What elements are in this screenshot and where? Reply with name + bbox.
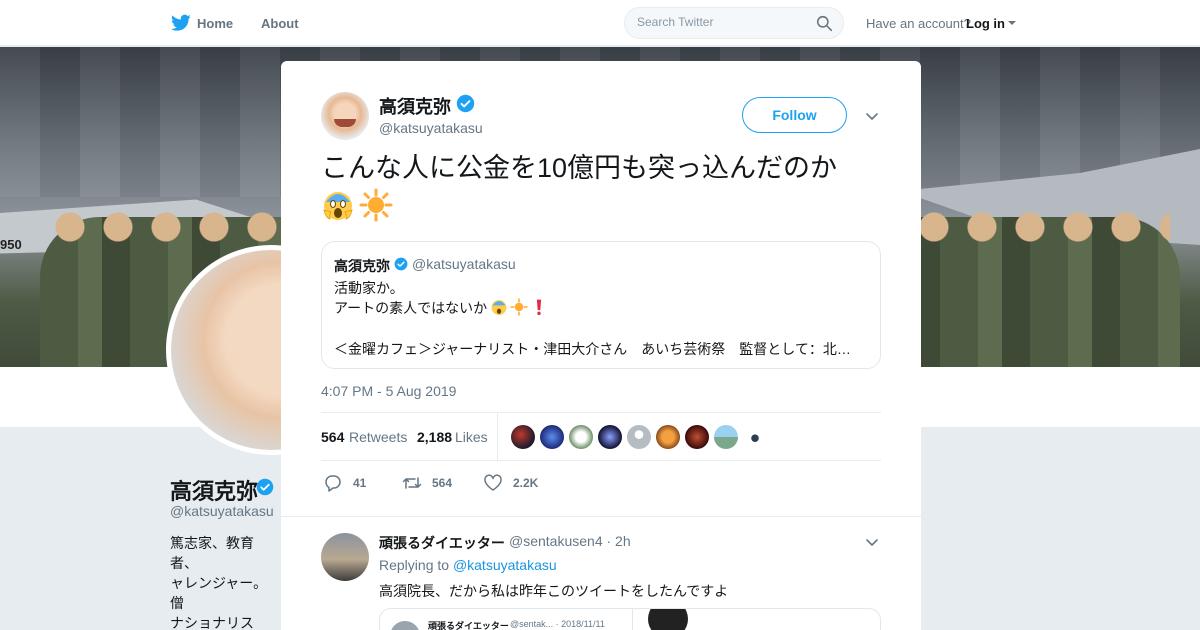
replying-to-link[interactable]: @katsuyatakasu (453, 557, 557, 573)
like-action-count: 2.2K (513, 476, 539, 490)
tweet-timestamp[interactable]: 4:07 PM - 5 Aug 2019 (321, 383, 456, 399)
verified-badge-icon (394, 257, 408, 271)
search-input[interactable] (637, 15, 807, 29)
divider (281, 516, 921, 524)
reply-icon (325, 475, 341, 492)
quoted-author-handle: @katsuyatakasu (412, 256, 516, 272)
reply-button[interactable]: 41 (323, 473, 366, 493)
nav-about-link[interactable]: About (261, 16, 299, 31)
tweet-emojis (321, 188, 393, 222)
profile-name: 高須克弥 (170, 479, 259, 504)
avatar (390, 621, 420, 630)
reply-author-name[interactable]: 頑張るダイエッター (379, 533, 505, 553)
author-handle[interactable]: @katsuyatakasu (379, 120, 483, 136)
liker-avatar[interactable] (598, 425, 622, 449)
nav-home-link[interactable]: Home (197, 16, 233, 31)
like-button[interactable]: 2.2K (483, 473, 538, 493)
profile-handle: @katsuyatakasu (170, 503, 274, 519)
chevron-down-icon[interactable] (1008, 21, 1016, 25)
tweet-modal: 高須克弥 @katsuyatakasu Follow こんな人に公金を10億円も… (281, 61, 921, 630)
like-count[interactable]: 2,188 (417, 429, 452, 445)
close-icon[interactable] (1154, 12, 1178, 36)
reply-media-image (648, 609, 688, 630)
reply-text: 高須院長、だから私は昨年このツイートをしたんですよ (379, 583, 729, 599)
liker-avatar[interactable] (685, 425, 709, 449)
quoted-text-line: ＜金曜カフェ＞ジャーナリスト・津田大介さん あいち芸術祭 監督として：北… (334, 341, 851, 357)
heart-icon (484, 474, 502, 491)
replying-to: Replying to @katsuyatakasu (379, 557, 557, 573)
login-link[interactable]: Log in (966, 16, 1005, 31)
sun-icon (510, 298, 528, 316)
follow-button[interactable]: Follow (742, 97, 847, 133)
have-account-text: Have an account? (866, 16, 971, 31)
reply-author-handle[interactable]: @sentakusen4 · 2h (509, 533, 631, 549)
reply-media-handle: @sentak... · 2018/11/11 (510, 619, 605, 629)
reply-author-avatar[interactable] (321, 533, 369, 581)
chevron-down-icon[interactable] (865, 109, 879, 123)
face-screaming-icon (323, 192, 353, 220)
quoted-tweet[interactable]: 高須克弥 @katsuyatakasu 活動家か。 アートの素人ではないか ＜金… (321, 241, 881, 369)
reply-media-screenshot: 頑張るダイエッター @sentak... · 2018/11/11 (380, 609, 633, 630)
verified-badge-icon (256, 478, 274, 496)
liker-avatar[interactable] (511, 425, 535, 449)
search-icon[interactable] (816, 15, 833, 32)
tweet-stats: 564 Retweets 2,188 Likes (321, 412, 881, 461)
twitter-bird-icon[interactable] (171, 14, 191, 32)
top-navigation: Home About Have an account? Log in (0, 0, 1200, 46)
tweet-actions: 41 564 2.2K (321, 471, 881, 497)
quoted-text-line: 活動家か。 (334, 280, 404, 296)
retweet-label[interactable]: Retweets (349, 429, 407, 445)
face-screaming-icon (491, 300, 507, 315)
retweet-count[interactable]: 564 (321, 429, 344, 445)
retweet-button[interactable]: 564 (402, 473, 452, 493)
author-name[interactable]: 高須克弥 (379, 93, 451, 119)
liker-avatar[interactable] (627, 425, 651, 449)
reply-media[interactable]: 頑張るダイエッター @sentak... · 2018/11/11 (379, 608, 881, 630)
like-label[interactable]: Likes (455, 429, 488, 445)
banner-jet-number: 950 (0, 237, 22, 252)
liker-avatar[interactable] (540, 425, 564, 449)
liker-avatar[interactable] (714, 425, 738, 449)
chevron-down-icon[interactable] (865, 535, 879, 549)
reply-count: 41 (353, 476, 367, 490)
quoted-emojis (490, 298, 548, 316)
retweet-action-count: 564 (432, 476, 453, 490)
author-avatar[interactable] (321, 92, 369, 140)
liker-avatar[interactable] (569, 425, 593, 449)
liker-avatar[interactable] (656, 425, 680, 449)
exclamation-icon (536, 299, 542, 316)
liker-avatars (511, 425, 767, 449)
replying-prefix: Replying to (379, 557, 450, 573)
sun-icon (359, 188, 393, 222)
quoted-author-name: 高須克弥 (334, 258, 390, 274)
quoted-text-line: アートの素人ではないか (334, 300, 488, 316)
tweet-text: こんな人に公金を10億円も突っ込んだのか (321, 153, 838, 183)
liker-avatar[interactable] (743, 425, 767, 449)
retweet-icon (402, 477, 422, 489)
profile-bio: 篤志家、教育者、 ャレンジャー。僧 ナショナリスト。 癌。ついはい。ち もできる… (170, 535, 268, 630)
search-box (624, 7, 844, 39)
divider (497, 413, 498, 461)
verified-badge-icon (456, 94, 475, 113)
reply-media-name: 頑張るダイエッター (428, 621, 509, 630)
